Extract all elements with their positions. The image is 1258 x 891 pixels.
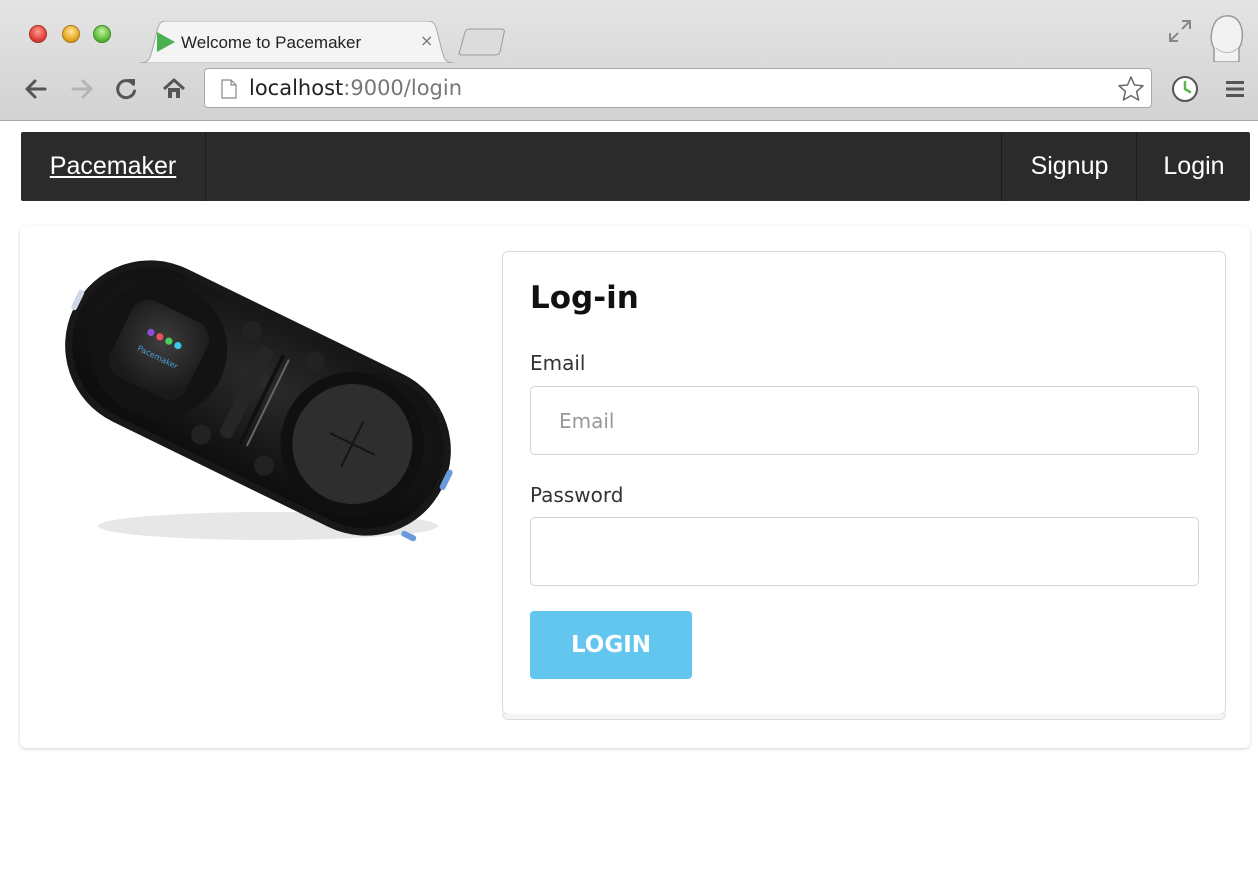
arrow-right-icon xyxy=(71,79,93,99)
address-bar[interactable]: localhost:9000/login xyxy=(204,68,1152,108)
site-navbar: Pacemaker Signup Login xyxy=(21,132,1250,201)
page-icon xyxy=(221,79,237,99)
password-input[interactable] xyxy=(530,517,1199,586)
login-button[interactable]: LOGIN xyxy=(530,611,692,679)
panel-stack-edge xyxy=(502,714,1226,720)
forward-button[interactable] xyxy=(67,74,97,104)
browser-chrome: Welcome to Pacemaker × localhost:9000/lo… xyxy=(0,0,1258,121)
tab-title: Welcome to Pacemaker xyxy=(181,33,362,52)
url-path: :9000/login xyxy=(343,76,463,100)
history-button[interactable] xyxy=(1170,74,1200,104)
home-icon xyxy=(162,78,186,98)
new-tab-button[interactable] xyxy=(457,28,509,56)
url-text: localhost:9000/login xyxy=(249,76,462,100)
login-heading: Log-in xyxy=(530,280,639,316)
zoom-window-button[interactable] xyxy=(93,25,111,43)
nav-signup-link[interactable]: Signup xyxy=(1001,132,1137,201)
clock-icon xyxy=(1172,76,1198,102)
play-triangle-icon xyxy=(157,32,175,52)
tab-strip: Welcome to Pacemaker × xyxy=(0,0,1258,63)
url-host: localhost xyxy=(249,76,344,100)
login-panel: Log-in Email Password LOGIN xyxy=(502,251,1226,720)
bookmark-star-icon[interactable] xyxy=(1117,75,1145,103)
hamburger-menu-icon xyxy=(1226,81,1244,97)
brand-text: Pacemaker xyxy=(49,152,177,180)
minimize-window-button[interactable] xyxy=(62,25,80,43)
content-card: Pacemaker Log-in Email Password LOGIN xyxy=(20,226,1250,748)
nav-login-link[interactable]: Login xyxy=(1136,132,1251,201)
tab-close-icon[interactable]: × xyxy=(420,31,433,50)
browser-toolbar: localhost:9000/login xyxy=(0,62,1258,120)
close-window-button[interactable] xyxy=(29,25,47,43)
brand-link[interactable]: Pacemaker xyxy=(21,132,206,201)
password-label: Password xyxy=(530,483,624,507)
back-button[interactable] xyxy=(21,74,51,104)
fullscreen-icon[interactable] xyxy=(1167,18,1193,44)
reload-icon xyxy=(116,79,136,100)
email-label: Email xyxy=(530,351,586,375)
home-button[interactable] xyxy=(159,74,189,104)
pacemaker-device-image: Pacemaker xyxy=(65,260,453,542)
email-input[interactable] xyxy=(530,386,1199,455)
menu-button[interactable] xyxy=(1220,74,1250,104)
arrow-left-icon xyxy=(25,79,47,99)
browser-tab[interactable]: Welcome to Pacemaker × xyxy=(140,21,455,63)
reload-button[interactable] xyxy=(111,74,141,104)
profile-avatar-icon[interactable] xyxy=(1206,12,1246,62)
